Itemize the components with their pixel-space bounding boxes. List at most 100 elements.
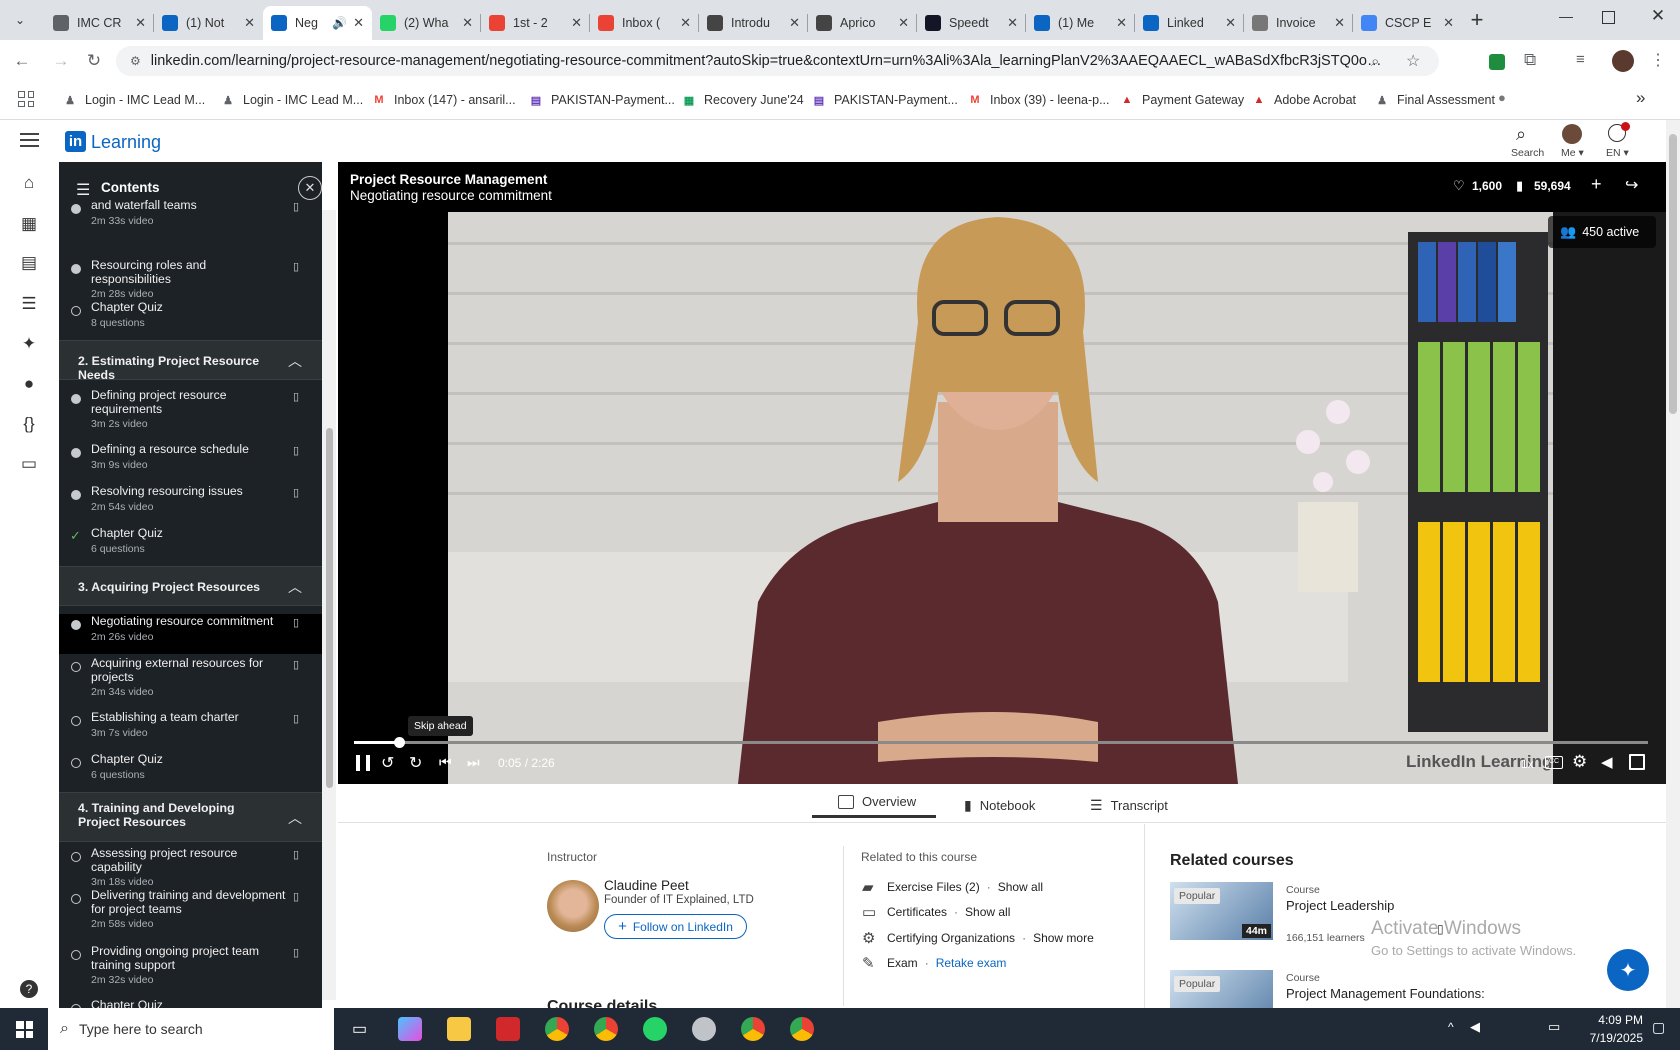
browser-tab[interactable]: (2) Wha ✕ <box>372 6 481 40</box>
tab-notebook[interactable]: ▮ Notebook <box>964 790 1035 820</box>
help-icon[interactable]: ? <box>20 980 38 998</box>
me-avatar[interactable] <box>1562 124 1582 144</box>
bookmark-item[interactable]: ♟ Final Assessment <box>1375 90 1495 110</box>
taskbar-search-box[interactable]: ⌕ Type here to search <box>48 1008 334 1050</box>
minimize-icon[interactable]: — <box>1556 8 1576 28</box>
contents-scrollbar[interactable] <box>322 210 336 1000</box>
related-item-action[interactable]: Retake exam <box>936 956 1007 970</box>
bookmark-extra-icon[interactable]: ● <box>1498 90 1506 105</box>
instructor-avatar[interactable] <box>547 880 599 932</box>
related-item-label[interactable]: Certificates <box>887 905 947 919</box>
bookmark-icon[interactable]: ▯ <box>293 890 299 903</box>
progress-track[interactable] <box>354 737 1648 748</box>
tab-transcript[interactable]: ☰ Transcript <box>1090 790 1168 820</box>
volume-tray-icon[interactable]: ◀ <box>1470 1019 1480 1035</box>
bookmark-icon[interactable]: ▯ <box>293 658 299 671</box>
bookmark-icon[interactable]: ▯ <box>293 946 299 959</box>
course-title[interactable]: Project Management Foundations: Teams <box>1286 986 1486 1004</box>
bookmark-item[interactable]: ♟ Login - IMC Lead M... <box>221 90 363 110</box>
previous-video-icon[interactable]: ⏮ <box>439 754 452 771</box>
fullscreen-icon[interactable] <box>1629 754 1645 770</box>
tab-close-icon[interactable]: ✕ <box>1334 15 1345 31</box>
playback-speed-button[interactable]: 1x <box>1521 757 1534 771</box>
network-tray-icon[interactable]: ▭ <box>1548 1019 1560 1035</box>
chrome-third-icon[interactable] <box>790 1017 814 1041</box>
apps-grid-icon[interactable] <box>18 91 34 107</box>
browser-tab[interactable]: Inbox (✕ <box>590 6 699 40</box>
library-icon[interactable]: ▤ <box>18 252 40 274</box>
forward-icon[interactable]: → <box>50 50 72 72</box>
browser-tab[interactable]: Neg 🔊 ✕ <box>263 6 372 40</box>
bookmark-icon[interactable]: ▯ <box>293 712 299 725</box>
bookmark-item[interactable]: ▲ Payment Gateway <box>1120 90 1245 110</box>
browser-tab[interactable]: (1) Not ✕ <box>154 6 263 40</box>
browser-menu-icon[interactable]: ⋮ <box>1650 50 1666 70</box>
content-item[interactable]: Resolving resourcing issues 2m 54s video ▯ <box>59 484 322 524</box>
tab-close-icon[interactable]: ✕ <box>680 15 691 31</box>
related-item-label[interactable]: Exam <box>887 956 918 970</box>
sparkle-icon[interactable]: ✦ <box>18 333 40 355</box>
file-explorer-icon[interactable] <box>447 1017 471 1041</box>
instructor-name[interactable]: Claudine Peet <box>604 878 689 893</box>
course-thumbnail[interactable]: Popular 44m <box>1170 882 1273 940</box>
tray-chevron-icon[interactable]: ^ <box>1448 1020 1454 1034</box>
browser-tab[interactable]: IMC CR ✕ <box>45 6 154 40</box>
back-icon[interactable]: ← <box>11 50 33 72</box>
reload-icon[interactable]: ↻ <box>83 50 105 72</box>
list-icon[interactable]: ☰ <box>18 293 40 315</box>
me-label[interactable]: Me ▾ <box>1561 147 1584 159</box>
tab-search-icon[interactable]: ⌄ <box>10 10 30 30</box>
tab-close-icon[interactable]: ✕ <box>462 15 473 31</box>
restore-icon[interactable] <box>1602 11 1615 24</box>
captions-icon[interactable]: CC <box>1545 756 1563 769</box>
follow-button[interactable]: + Follow on LinkedIn <box>604 914 747 939</box>
chrome-profile-icon[interactable] <box>594 1017 618 1041</box>
tab-close-icon[interactable]: ✕ <box>789 15 800 31</box>
related-item-label[interactable]: Exercise Files (2) <box>887 880 980 894</box>
related-item-action[interactable]: Show all <box>998 880 1043 894</box>
tab-close-icon[interactable]: ✕ <box>353 15 364 31</box>
bookmark-icon[interactable]: ▯ <box>293 444 299 457</box>
extension-green-icon[interactable] <box>1489 54 1505 70</box>
chevron-up-icon[interactable]: ︿ <box>288 577 302 597</box>
bookmark-icon[interactable]: ▯ <box>293 848 299 861</box>
save-bookmark-icon[interactable]: ▮ <box>1516 178 1523 194</box>
content-item[interactable]: Acquiring external resources for project… <box>59 656 322 706</box>
app-red-icon[interactable] <box>496 1017 520 1041</box>
chrome-icon[interactable] <box>545 1017 569 1041</box>
content-item[interactable]: Defining a resource schedule 3m 9s video ▯ <box>59 442 322 482</box>
page-scrollbar[interactable] <box>1666 120 1680 1008</box>
tab-close-icon[interactable]: ✕ <box>1443 15 1454 31</box>
zoom-icon[interactable]: ⌕ <box>1371 53 1379 70</box>
bookmark-icon[interactable]: ▯ <box>293 486 299 499</box>
tab-audio-icon[interactable]: 🔊 <box>332 16 347 30</box>
search-icon[interactable]: ⌕ <box>1516 124 1526 145</box>
bookmark-item[interactable]: M Inbox (147) - ansaril... <box>372 90 515 110</box>
chevron-up-icon[interactable]: ︿ <box>288 351 302 371</box>
browser-tab[interactable]: Speedt ✕ <box>917 6 1026 40</box>
more-bookmarks-button[interactable]: » <box>1636 88 1645 108</box>
browser-tab[interactable]: CSCP E ✕ <box>1353 6 1462 40</box>
language-label[interactable]: EN ▾ <box>1606 147 1629 159</box>
address-bar[interactable]: ⚙ linkedin.com/learning/project-resource… <box>116 46 1439 76</box>
tab-close-icon[interactable]: ✕ <box>135 15 146 31</box>
learning-product-name[interactable]: Learning <box>91 132 161 153</box>
linkedin-logo[interactable]: in <box>65 131 86 152</box>
browser-tab[interactable]: (1) Me ✕ <box>1026 6 1135 40</box>
related-item-action[interactable]: Show all <box>965 905 1010 919</box>
tab-close-icon[interactable]: ✕ <box>1007 15 1018 31</box>
browser-tab[interactable]: 1st - 2 ✕ <box>481 6 590 40</box>
bookmark-item[interactable]: ▦ Recovery June'24 <box>682 90 804 110</box>
content-item[interactable]: Defining project resource requirements 3m… <box>59 388 322 438</box>
tab-close-icon[interactable]: ✕ <box>571 15 582 31</box>
notifications-icon[interactable]: ▢ <box>1652 1019 1665 1036</box>
message-icon[interactable]: ▭ <box>18 453 40 475</box>
content-item[interactable]: Delivering training and development for … <box>59 888 322 938</box>
site-info-icon[interactable]: ⚙ <box>130 54 141 68</box>
windows-start-icon[interactable] <box>16 1021 33 1038</box>
like-icon[interactable]: ♡ <box>1453 178 1465 194</box>
bookmark-item[interactable]: ▤ PAKISTAN-Payment... <box>529 90 675 110</box>
extensions-puzzle-icon[interactable]: ⧉ <box>1524 50 1536 70</box>
content-item[interactable]: Chapter Quiz 8 questions <box>59 300 322 340</box>
chapter-header[interactable]: 4. Training and Developing Project Resou… <box>59 792 322 842</box>
